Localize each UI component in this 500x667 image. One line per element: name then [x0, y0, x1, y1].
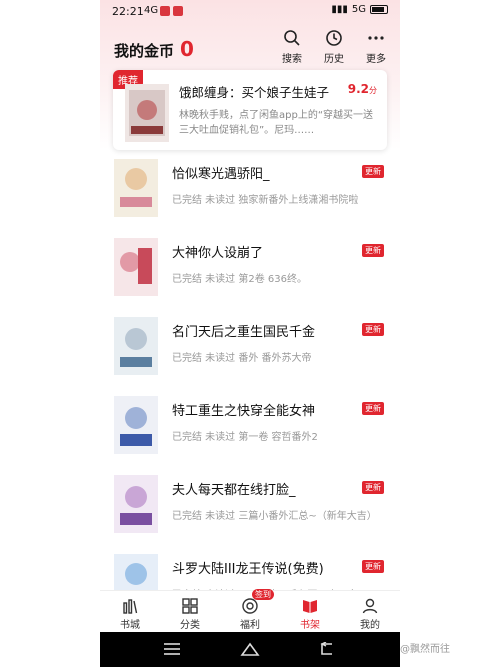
update-badge: 更新 [362, 323, 384, 336]
more-dots-icon [358, 28, 394, 48]
bookshelf-icon [280, 596, 340, 616]
book-name: 名门天后之重生国民千金 [172, 325, 316, 340]
tab-bookshelf[interactable]: 书架 [280, 591, 340, 632]
battery-icon [370, 5, 388, 14]
book-cover-image [114, 317, 158, 375]
status-bar: 22:21 4G ▮▮▮ 5G [100, 0, 400, 22]
watermark: @飘然而往 [400, 644, 450, 655]
coins-count: 0 [180, 37, 194, 61]
update-badge: 更新 [362, 560, 384, 573]
back-icon[interactable] [318, 642, 338, 656]
tab-category[interactable]: 分类 [160, 591, 220, 632]
book-cover-image [114, 475, 158, 533]
page-header: 我的金币 0 搜索 历史 更多 [100, 28, 400, 68]
recommend-score: 9.2分 [347, 82, 377, 96]
recommend-book-name: 饿郎缠身：买个娘子生娃子 [179, 85, 330, 100]
tab-bookstore[interactable]: 书城 [100, 591, 160, 632]
book-name: 特工重生之快穿全能女神 [172, 404, 316, 419]
notification-icon [160, 6, 170, 16]
book-item[interactable]: 大神你人设崩了 已完结 未读过 第2卷 636终。 更新 [100, 234, 400, 313]
menu-icon[interactable] [162, 642, 182, 656]
status-right: ▮▮▮ 5G [331, 4, 388, 15]
search-label: 搜索 [282, 54, 302, 65]
history-label: 历史 [324, 54, 344, 65]
notification-icon [173, 6, 183, 16]
clock-icon [316, 28, 352, 48]
book-cover-image [114, 396, 158, 454]
book-meta: 已完结 未读过 第一卷 容哲番外2 [172, 432, 318, 443]
update-badge: 更新 [362, 481, 384, 494]
more-label: 更多 [366, 54, 386, 65]
status-network: 4G [144, 5, 159, 16]
book-cover-image [125, 84, 169, 142]
coins-title[interactable]: 我的金币 0 [114, 37, 194, 61]
book-meta: 已完结 未读过 番外 番外苏大帝 [172, 353, 312, 364]
status-time: 22:21 [112, 5, 144, 18]
tab-label: 书架 [300, 620, 320, 631]
recommend-description: 林晚秋手贱，点了闲鱼app上的“穿越买一送三大吐血促销礼包”。尼玛…… [179, 110, 374, 136]
update-badge: 更新 [362, 165, 384, 178]
category-icon [160, 596, 220, 616]
book-item[interactable]: 夫人每天都在线打脸_ 已完结 未读过 三篇小番外汇总~（新年大吉） 更新 [100, 471, 400, 550]
book-name: 大神你人设崩了 [172, 246, 264, 261]
book-item[interactable]: 恰似寒光遇骄阳_ 已完结 未读过 独家新番外上线潇湘书院啦 更新 [100, 155, 400, 234]
bookstore-icon [100, 596, 160, 616]
signal-icon: ▮▮▮ [331, 4, 348, 15]
book-name: 斗罗大陆III龙王传说(免费) [172, 562, 324, 577]
book-name: 恰似寒光遇骄阳_ [172, 167, 270, 182]
tab-label: 书城 [120, 620, 140, 631]
tab-label: 分类 [180, 620, 200, 631]
book-name: 夫人每天都在线打脸_ [172, 483, 296, 498]
sign-in-badge: 签到 [252, 589, 274, 600]
bottom-tab-bar: 书城 分类 签到 福利 书架 我的 [100, 589, 400, 632]
status-indicators: 5G [351, 4, 366, 15]
recommend-card[interactable]: 推荐 饿郎缠身：买个娘子生娃子 9.2分 林晚秋手贱，点了闲鱼app上的“穿越买… [113, 70, 387, 150]
update-badge: 更新 [362, 402, 384, 415]
system-nav-bar [100, 632, 400, 667]
book-cover-image [114, 159, 158, 217]
search-button[interactable]: 搜索 [274, 28, 310, 65]
tab-welfare[interactable]: 签到 福利 [220, 589, 280, 632]
search-icon [274, 28, 310, 48]
book-meta: 已完结 未读过 三篇小番外汇总~（新年大吉） [172, 511, 377, 522]
more-button[interactable]: 更多 [358, 28, 394, 65]
tab-profile[interactable]: 我的 [340, 591, 400, 632]
book-meta: 已完结 未读过 独家新番外上线潇湘书院啦 [172, 195, 359, 206]
tab-label: 福利 [240, 620, 260, 631]
book-meta: 已完结 未读过 第2卷 636终。 [172, 274, 307, 285]
phone-screen: 22:21 4G ▮▮▮ 5G 我的金币 0 搜索 历史 更多 推荐 饿郎缠身：… [100, 0, 400, 667]
history-button[interactable]: 历史 [316, 28, 352, 65]
book-item[interactable]: 名门天后之重生国民千金 已完结 未读过 番外 番外苏大帝 更新 [100, 313, 400, 392]
bookshelf-list: 恰似寒光遇骄阳_ 已完结 未读过 独家新番外上线潇湘书院啦 更新 大神你人设崩了… [100, 155, 400, 629]
update-badge: 更新 [362, 244, 384, 257]
home-icon[interactable] [240, 642, 260, 656]
profile-icon [340, 596, 400, 616]
coins-label: 我的金币 [114, 42, 175, 60]
tab-label: 我的 [360, 620, 380, 631]
book-cover-image [114, 238, 158, 296]
book-item[interactable]: 特工重生之快穿全能女神 已完结 未读过 第一卷 容哲番外2 更新 [100, 392, 400, 471]
